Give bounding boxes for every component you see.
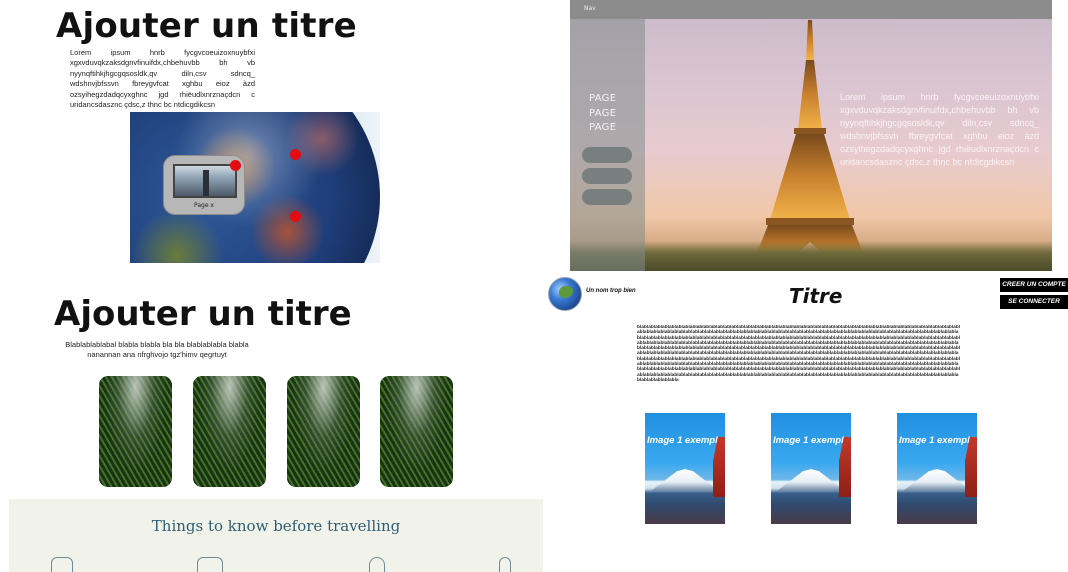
side-menu-button[interactable] (582, 168, 632, 184)
map-pin-icon[interactable] (290, 149, 301, 160)
hand-icon (197, 557, 223, 572)
travel-tips-panel: Things to know before travelling (9, 499, 543, 572)
nav-label[interactable]: Nav (584, 5, 596, 12)
bag-icon (499, 557, 511, 572)
page-preview-label: Page x (194, 202, 214, 209)
mockup3-subtitle: Blablablablabal blabla blabla bla bla bl… (65, 340, 249, 359)
side-page-link[interactable]: PAGE (589, 122, 616, 133)
fern-image[interactable] (193, 376, 266, 487)
map-pin-icon[interactable] (230, 160, 241, 171)
mockup4-body-text: blablablablablablablablablablablablablab… (637, 325, 961, 383)
side-menu-button[interactable] (582, 189, 632, 205)
create-account-button[interactable]: CREER UN COMPTE (1000, 278, 1068, 292)
eiffel-mockup: Nav PAGE PAGE PAGE Lorem ipsum hnrb fycg… (570, 0, 1052, 271)
fern-image[interactable] (287, 376, 360, 487)
example-image-card[interactable]: Image 1 exemple (771, 413, 851, 524)
side-page-link[interactable]: PAGE (589, 108, 616, 119)
fern-image[interactable] (99, 376, 172, 487)
map-pin-icon[interactable] (290, 211, 301, 222)
mockup1-lorem-text: Lorem ipsum hnrb fycgvcoeuizoxnuybfxi xg… (70, 48, 255, 110)
brand-name: Un nom trop bien (586, 288, 636, 294)
side-menu-button[interactable] (582, 147, 632, 163)
example-image-label: Image 1 exemple (898, 435, 976, 446)
travel-tips-title: Things to know before travelling (151, 517, 401, 535)
side-page-link[interactable]: PAGE (589, 93, 616, 104)
fern-image[interactable] (380, 376, 453, 487)
location-pin-icon (369, 557, 385, 572)
side-menu: PAGE PAGE PAGE (570, 19, 645, 271)
login-button[interactable]: SE CONNECTER (1000, 295, 1068, 309)
mockup3-title: Ajouter un titre (54, 294, 352, 334)
example-image-label: Image 1 exemple (646, 435, 724, 446)
nav-bar: Nav (570, 0, 1052, 19)
page-preview-thumbnail (173, 164, 237, 198)
globe-logo-icon[interactable] (548, 277, 582, 311)
example-image-card[interactable]: Image 1 exemple (897, 413, 977, 524)
mockup2-lorem-text: Lorem ipsum hnrb fycgvcoeuizoxnuybfxi xg… (840, 92, 1039, 167)
mockup1-title: Ajouter un titre (56, 6, 357, 46)
mockup4-title: Titre (789, 284, 843, 308)
example-image-label: Image 1 exemple (772, 435, 850, 446)
passport-icon (51, 557, 73, 572)
example-image-card[interactable]: Image 1 exemple (645, 413, 725, 524)
